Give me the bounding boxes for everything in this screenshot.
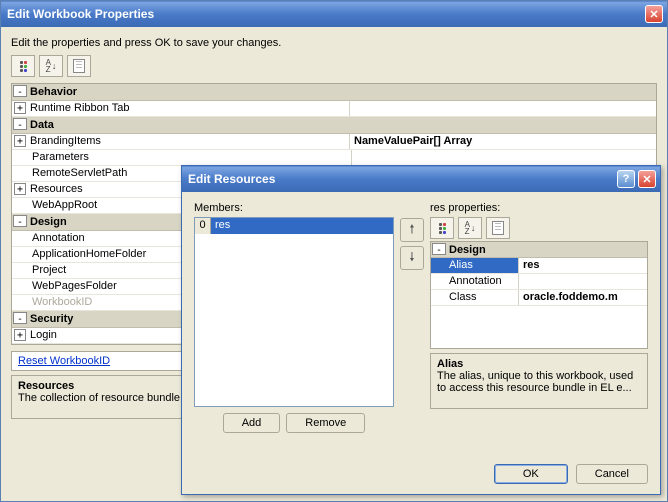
collapse-icon[interactable]: - xyxy=(13,215,27,227)
collapse-icon[interactable]: - xyxy=(13,118,27,130)
member-name: res xyxy=(211,218,230,234)
cancel-button[interactable]: Cancel xyxy=(576,464,648,484)
add-button[interactable]: Add xyxy=(223,413,281,433)
category-label: Design xyxy=(449,242,486,257)
property-name: Runtime Ribbon Tab xyxy=(28,101,350,116)
sub-property-grid[interactable]: -DesignAliasresAnnotationClassoracle.fod… xyxy=(430,241,648,349)
property-name: BrandingItems xyxy=(28,134,350,149)
expand-icon[interactable]: + xyxy=(14,183,26,195)
remove-button[interactable]: Remove xyxy=(286,413,365,433)
sub-categorized-button[interactable] xyxy=(430,217,454,239)
sub-category-row[interactable]: -Design xyxy=(431,242,647,258)
category-row[interactable]: -Behavior xyxy=(12,84,656,101)
property-row[interactable]: +Runtime Ribbon Tab xyxy=(12,101,656,117)
sub-property-row[interactable]: Classoracle.foddemo.m xyxy=(431,290,647,306)
member-item[interactable]: 0res xyxy=(195,218,393,234)
property-pages-button[interactable] xyxy=(67,55,91,77)
sub-property-value[interactable]: oracle.foddemo.m xyxy=(519,290,647,305)
sub-property-row[interactable]: Annotation xyxy=(431,274,647,290)
instruction-text: Edit the properties and press OK to save… xyxy=(1,27,667,55)
main-toolbar: AZ↓ xyxy=(1,55,667,83)
sub-help-panel: Alias The alias, unique to this workbook… xyxy=(430,353,648,409)
sub-property-pages-button[interactable] xyxy=(486,217,510,239)
main-titlebar: Edit Workbook Properties ✕ xyxy=(1,1,667,27)
move-up-button[interactable]: 🠕 xyxy=(400,218,424,242)
collapse-icon[interactable]: - xyxy=(432,243,446,255)
sub-help-title: Alias xyxy=(437,358,641,370)
category-label: Design xyxy=(30,214,67,230)
collapse-icon[interactable]: - xyxy=(13,312,27,324)
expand-icon[interactable]: + xyxy=(14,329,26,341)
sub-property-row[interactable]: Aliasres xyxy=(431,258,647,274)
help-icon[interactable]: ? xyxy=(617,170,635,188)
expand-icon[interactable]: + xyxy=(14,102,26,114)
close-icon[interactable]: ✕ xyxy=(645,5,663,23)
category-row[interactable]: -Data xyxy=(12,117,656,134)
move-down-button[interactable]: 🠗 xyxy=(400,246,424,270)
sub-property-name: Annotation xyxy=(431,274,519,289)
property-value[interactable] xyxy=(352,150,656,165)
expand-icon[interactable]: + xyxy=(14,135,26,147)
sub-close-icon[interactable]: ✕ xyxy=(638,170,656,188)
members-label: Members: xyxy=(194,202,394,214)
sub-property-name: Alias xyxy=(431,258,519,273)
property-row[interactable]: Parameters xyxy=(12,150,656,166)
reset-workbookid-link[interactable]: Reset WorkbookID xyxy=(18,355,110,367)
category-label: Behavior xyxy=(30,84,77,100)
ok-button[interactable]: OK xyxy=(494,464,568,484)
alphabetical-button[interactable]: AZ↓ xyxy=(39,55,63,77)
property-row[interactable]: +BrandingItemsNameValuePair[] Array xyxy=(12,134,656,150)
sub-alphabetical-button[interactable]: AZ↓ xyxy=(458,217,482,239)
sub-property-name: Class xyxy=(431,290,519,305)
property-name: Parameters xyxy=(30,150,352,165)
sub-property-value[interactable]: res xyxy=(519,258,647,273)
category-label: Security xyxy=(30,311,73,327)
props-label: res properties: xyxy=(430,202,648,214)
collapse-icon[interactable]: - xyxy=(13,85,27,97)
sub-help-text: The alias, unique to this workbook, used… xyxy=(437,370,641,394)
sub-dialog: Edit Resources ? ✕ Members: 0res Add Rem… xyxy=(181,165,661,495)
sub-toolbar: AZ↓ xyxy=(430,217,648,239)
members-list[interactable]: 0res xyxy=(194,217,394,407)
main-title: Edit Workbook Properties xyxy=(7,7,645,21)
categorized-button[interactable] xyxy=(11,55,35,77)
sub-property-value[interactable] xyxy=(519,274,647,289)
category-label: Data xyxy=(30,117,54,133)
property-value[interactable]: NameValuePair[] Array xyxy=(350,134,656,149)
sub-titlebar: Edit Resources ? ✕ xyxy=(182,166,660,192)
member-index: 0 xyxy=(195,218,211,234)
sub-title: Edit Resources xyxy=(188,172,617,186)
property-value[interactable] xyxy=(350,101,656,116)
